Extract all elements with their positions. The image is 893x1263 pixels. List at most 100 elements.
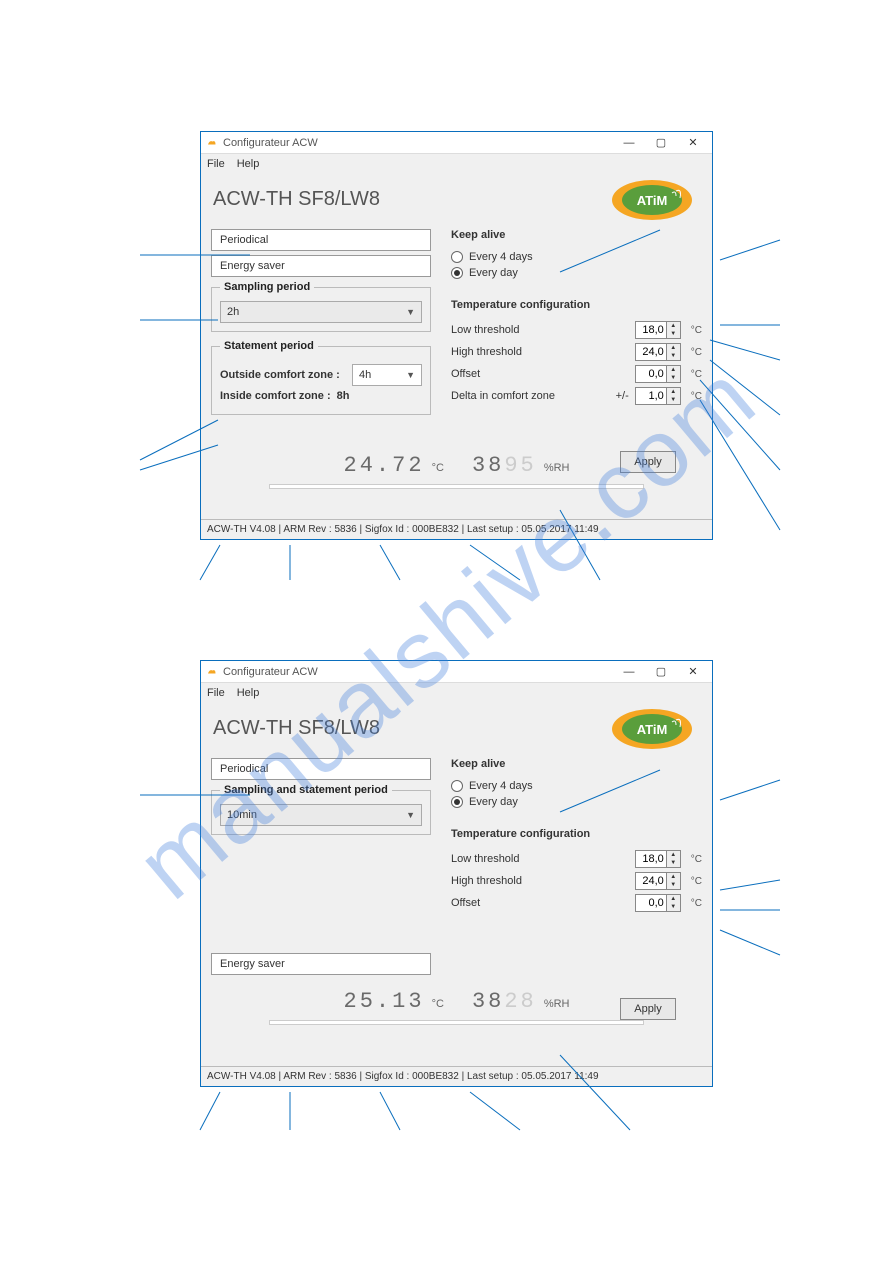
menu-help[interactable]: Help bbox=[237, 687, 260, 699]
outside-zone-value: 4h bbox=[359, 369, 371, 381]
up-icon[interactable]: ▲ bbox=[667, 322, 680, 330]
down-icon[interactable]: ▼ bbox=[667, 330, 680, 338]
down-icon[interactable]: ▼ bbox=[667, 374, 680, 382]
down-icon[interactable]: ▼ bbox=[667, 396, 680, 404]
unit-label: °C bbox=[691, 854, 702, 865]
menubar: File Help bbox=[201, 154, 712, 174]
sampling-period-legend: Sampling period bbox=[220, 281, 314, 293]
statement-period-group: Statement period Outside comfort zone : … bbox=[211, 340, 431, 415]
low-threshold-spinner[interactable]: ▲▼ bbox=[635, 850, 681, 868]
app-icon bbox=[205, 666, 217, 678]
up-icon[interactable]: ▲ bbox=[667, 388, 680, 396]
inside-zone-label: Inside comfort zone : bbox=[220, 390, 331, 402]
app-icon bbox=[205, 137, 217, 149]
app-window-1: Configurateur ACW — ▢ ✕ File Help ACW-TH… bbox=[200, 131, 713, 540]
tab-periodical[interactable]: Periodical bbox=[211, 229, 431, 251]
tab-periodical[interactable]: Periodical bbox=[211, 758, 431, 780]
menubar: File Help bbox=[201, 683, 712, 703]
offset-spinner[interactable]: ▲▼ bbox=[635, 365, 681, 383]
apply-button[interactable]: Apply bbox=[620, 998, 676, 1020]
maximize-button[interactable]: ▢ bbox=[646, 134, 676, 152]
titlebar: Configurateur ACW — ▢ ✕ bbox=[201, 132, 712, 154]
high-threshold-input[interactable] bbox=[635, 343, 667, 361]
radio-icon bbox=[451, 251, 463, 263]
up-icon[interactable]: ▲ bbox=[667, 344, 680, 352]
keep-alive-opt2-label: Every day bbox=[469, 267, 518, 279]
menu-file[interactable]: File bbox=[207, 158, 225, 170]
temp-unit: °C bbox=[432, 998, 444, 1010]
outside-zone-label: Outside comfort zone : bbox=[220, 369, 346, 381]
up-icon[interactable]: ▲ bbox=[667, 366, 680, 374]
close-button[interactable]: ✕ bbox=[678, 663, 708, 681]
sampling-statement-value: 10min bbox=[227, 809, 257, 821]
tab-energy-saver[interactable]: Energy saver bbox=[211, 953, 431, 975]
rh-readout: 3828 bbox=[472, 989, 537, 1014]
sampling-statement-period-group: Sampling and statement period 10min ▼ bbox=[211, 784, 431, 835]
apply-button[interactable]: Apply bbox=[620, 451, 676, 473]
keep-alive-opt1-label: Every 4 days bbox=[469, 251, 533, 263]
sampling-period-value: 2h bbox=[227, 306, 239, 318]
offset-input[interactable] bbox=[635, 365, 667, 383]
chevron-down-icon: ▼ bbox=[406, 810, 415, 820]
up-icon[interactable]: ▲ bbox=[667, 895, 680, 903]
menu-help[interactable]: Help bbox=[237, 158, 260, 170]
up-icon[interactable]: ▲ bbox=[667, 851, 680, 859]
progress-bar bbox=[269, 484, 644, 489]
down-icon[interactable]: ▼ bbox=[667, 352, 680, 360]
down-icon[interactable]: ▼ bbox=[667, 881, 680, 889]
close-button[interactable]: ✕ bbox=[678, 134, 708, 152]
minimize-button[interactable]: — bbox=[614, 663, 644, 681]
high-threshold-spinner[interactable]: ▲▼ bbox=[635, 343, 681, 361]
menu-file[interactable]: File bbox=[207, 687, 225, 699]
window-title: Configurateur ACW bbox=[223, 137, 612, 149]
temp-config-group: Temperature configuration Low threshold … bbox=[451, 299, 702, 409]
atim-logo: ATiM bbox=[610, 707, 694, 751]
offset-label: Offset bbox=[451, 368, 629, 380]
high-threshold-spinner[interactable]: ▲▼ bbox=[635, 872, 681, 890]
delta-label: Delta in comfort zone bbox=[451, 390, 610, 402]
rh-unit: %RH bbox=[544, 462, 570, 474]
offset-label: Offset bbox=[451, 897, 629, 909]
statement-period-legend: Statement period bbox=[220, 340, 318, 352]
temp-config-legend: Temperature configuration bbox=[451, 299, 702, 317]
temp-readout: 24.72 bbox=[344, 453, 425, 478]
low-threshold-input[interactable] bbox=[635, 321, 667, 339]
unit-label: °C bbox=[691, 391, 702, 402]
low-threshold-input[interactable] bbox=[635, 850, 667, 868]
high-threshold-input[interactable] bbox=[635, 872, 667, 890]
radio-checked-icon bbox=[451, 267, 463, 279]
radio-checked-icon bbox=[451, 796, 463, 808]
unit-label: °C bbox=[691, 325, 702, 336]
chevron-down-icon: ▼ bbox=[406, 307, 415, 317]
keep-alive-opt1-label: Every 4 days bbox=[469, 780, 533, 792]
svg-text:ATiM: ATiM bbox=[637, 193, 668, 208]
low-threshold-label: Low threshold bbox=[451, 324, 629, 336]
rh-readout: 3895 bbox=[472, 453, 537, 478]
low-threshold-spinner[interactable]: ▲▼ bbox=[635, 321, 681, 339]
chevron-down-icon: ▼ bbox=[406, 370, 415, 380]
maximize-button[interactable]: ▢ bbox=[646, 663, 676, 681]
up-icon[interactable]: ▲ bbox=[667, 873, 680, 881]
offset-input[interactable] bbox=[635, 894, 667, 912]
keep-alive-opt1-row[interactable]: Every 4 days bbox=[451, 251, 702, 263]
high-threshold-label: High threshold bbox=[451, 346, 629, 358]
keep-alive-opt1-row[interactable]: Every 4 days bbox=[451, 780, 702, 792]
delta-spinner[interactable]: ▲▼ bbox=[635, 387, 681, 405]
keep-alive-group: Keep alive Every 4 days Every day bbox=[451, 229, 702, 291]
sampling-period-select[interactable]: 2h ▼ bbox=[220, 301, 422, 323]
minimize-button[interactable]: — bbox=[614, 134, 644, 152]
temp-unit: °C bbox=[432, 462, 444, 474]
down-icon[interactable]: ▼ bbox=[667, 903, 680, 911]
keep-alive-opt2-label: Every day bbox=[469, 796, 518, 808]
keep-alive-opt2-row[interactable]: Every day bbox=[451, 796, 702, 808]
statusbar: ACW-TH V4.08 | ARM Rev : 5836 | Sigfox I… bbox=[201, 519, 712, 539]
app-window-2: Configurateur ACW — ▢ ✕ File Help ACW-TH… bbox=[200, 660, 713, 1087]
sampling-statement-select[interactable]: 10min ▼ bbox=[220, 804, 422, 826]
titlebar: Configurateur ACW — ▢ ✕ bbox=[201, 661, 712, 683]
tab-energy-saver[interactable]: Energy saver bbox=[211, 255, 431, 277]
keep-alive-opt2-row[interactable]: Every day bbox=[451, 267, 702, 279]
delta-input[interactable] bbox=[635, 387, 667, 405]
down-icon[interactable]: ▼ bbox=[667, 859, 680, 867]
outside-zone-select[interactable]: 4h ▼ bbox=[352, 364, 422, 386]
offset-spinner[interactable]: ▲▼ bbox=[635, 894, 681, 912]
